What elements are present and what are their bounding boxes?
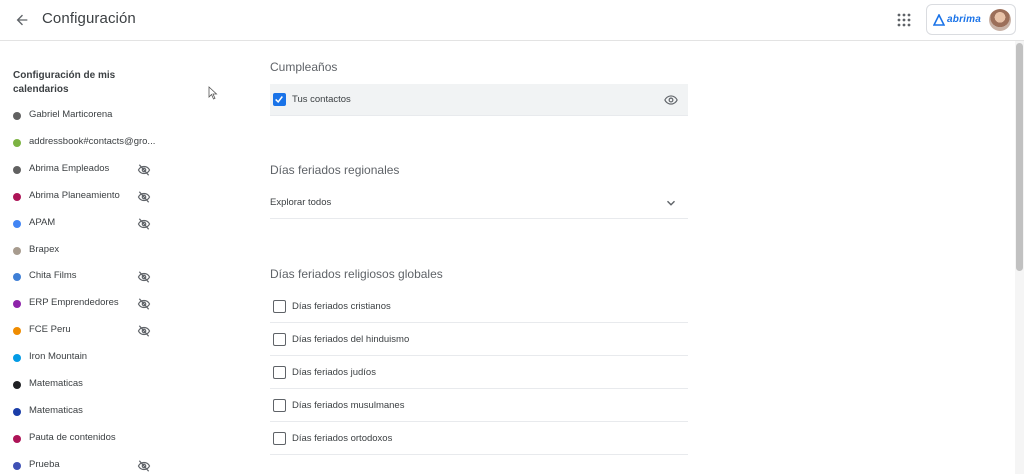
- calendar-color-dot: [13, 138, 21, 147]
- apps-button[interactable]: [894, 10, 914, 30]
- birthdays-title: Cumpleaños: [270, 60, 338, 74]
- app-header: Configuración abrima: [0, 0, 1024, 41]
- holiday-label: Días feriados ortodoxos: [292, 433, 393, 444]
- eye-off-icon[interactable]: [137, 270, 151, 284]
- contacts-label: Tus contactos: [292, 94, 351, 105]
- calendar-label: addressbook#contacts@gro...: [29, 135, 156, 147]
- sidebar-calendar-item[interactable]: Gabriel Marticorena: [0, 105, 240, 127]
- sidebar-calendar-item[interactable]: FCE Peru: [0, 320, 240, 342]
- holiday-checkbox[interactable]: [273, 333, 286, 346]
- brand-logo: abrima: [933, 13, 981, 26]
- calendar-label: Iron Mountain: [29, 351, 88, 363]
- holiday-row[interactable]: Días feriados del hinduismo: [270, 324, 688, 356]
- calendar-label: Gabriel Marticorena: [29, 109, 113, 120]
- calendar-color-dot: [13, 381, 21, 389]
- sidebar-calendar-item[interactable]: Matematicas: [0, 374, 240, 396]
- sidebar-calendar-item[interactable]: Abrima Empleados: [0, 159, 240, 181]
- calendar-color-dot: [13, 461, 21, 470]
- sidebar-calendar-item[interactable]: APAM: [0, 213, 240, 235]
- sidebar-calendar-item[interactable]: Brapex: [0, 240, 240, 262]
- scrollbar-thumb[interactable]: [1016, 43, 1023, 271]
- settings-main: Cumpleaños Tus contactos Días feriados r…: [240, 41, 1015, 474]
- sidebar: Configuración de mis calendarios Gabriel…: [0, 41, 240, 474]
- calendar-label: Brapex: [29, 243, 60, 255]
- calendar-color-dot: [13, 300, 21, 309]
- contacts-checkbox[interactable]: [273, 93, 286, 106]
- birthdays-contacts-row[interactable]: Tus contactos: [270, 84, 688, 116]
- holiday-checkbox[interactable]: [273, 432, 286, 445]
- holiday-checkbox[interactable]: [273, 399, 286, 412]
- page-scrollbar[interactable]: [1015, 41, 1024, 474]
- holiday-row[interactable]: Días feriados judíos: [270, 357, 688, 389]
- sidebar-calendar-item[interactable]: ERP Emprendedores: [0, 293, 240, 315]
- eye-off-icon[interactable]: [137, 297, 151, 311]
- sidebar-calendar-item[interactable]: Abrima Planeamiento: [0, 186, 240, 208]
- calendar-label: Pauta de contenidos: [29, 431, 116, 443]
- check-icon: [275, 96, 283, 104]
- calendar-color-dot: [13, 273, 21, 282]
- apps-grid-icon: [897, 13, 911, 27]
- sidebar-calendar-item[interactable]: Prueba: [0, 455, 240, 474]
- page-title: Configuración: [42, 10, 136, 27]
- sidebar-heading: Configuración de mis calendarios: [13, 70, 116, 95]
- holiday-checkbox[interactable]: [273, 366, 286, 379]
- holiday-checkbox[interactable]: [273, 300, 286, 313]
- sidebar-calendar-item[interactable]: Pauta de contenidos: [0, 428, 240, 450]
- calendar-label: Matematicas: [29, 404, 83, 416]
- calendar-color-dot: [13, 434, 21, 443]
- eye-off-icon[interactable]: [137, 217, 151, 231]
- sidebar-calendar-item[interactable]: Matematicas: [0, 401, 240, 423]
- eye-off-icon[interactable]: [137, 163, 151, 177]
- holiday-label: Días feriados cristianos: [292, 301, 391, 312]
- explore-all-dropdown[interactable]: Explorar todos: [270, 187, 688, 219]
- calendar-color-dot: [13, 219, 21, 228]
- holiday-row[interactable]: Días feriados ortodoxos: [270, 423, 688, 455]
- holiday-label: Días feriados judíos: [292, 367, 376, 378]
- calendar-color-dot: [13, 112, 21, 120]
- calendar-color-dot: [13, 407, 21, 416]
- explore-all-label: Explorar todos: [270, 197, 332, 208]
- sidebar-calendar-item[interactable]: Chita Films: [0, 266, 240, 288]
- holiday-label: Días feriados musulmanes: [292, 400, 405, 411]
- eye-off-icon[interactable]: [137, 190, 151, 204]
- sidebar-calendar-item[interactable]: addressbook#contacts@gro...: [0, 132, 240, 154]
- back-button[interactable]: [10, 8, 34, 32]
- holiday-row[interactable]: Días feriados cristianos: [270, 291, 688, 323]
- eye-off-icon[interactable]: [137, 324, 151, 338]
- chevron-down-icon: [667, 200, 675, 206]
- mouse-cursor-icon: [208, 86, 218, 100]
- religious-holidays-title: Días feriados religiosos globales: [270, 267, 443, 281]
- avatar[interactable]: [989, 9, 1011, 31]
- calendar-color-dot: [13, 192, 21, 201]
- holiday-row[interactable]: Días feriados musulmanes: [270, 390, 688, 422]
- sidebar-calendar-item[interactable]: Iron Mountain: [0, 347, 240, 369]
- calendar-color-dot: [13, 354, 21, 363]
- brand-name: abrima: [947, 14, 981, 25]
- eye-off-icon[interactable]: [137, 459, 151, 473]
- regional-holidays-title: Días feriados regionales: [270, 163, 400, 177]
- calendar-color-dot: [13, 246, 21, 255]
- calendar-label: Matematicas: [29, 378, 83, 389]
- arrow-back-icon: [16, 14, 28, 26]
- brand-triangle-icon: [933, 13, 945, 26]
- account-switcher[interactable]: abrima: [926, 4, 1016, 35]
- eye-icon[interactable]: [664, 93, 678, 107]
- calendar-color-dot: [13, 327, 21, 336]
- holiday-label: Días feriados del hinduismo: [292, 334, 410, 345]
- calendar-color-dot: [13, 165, 21, 174]
